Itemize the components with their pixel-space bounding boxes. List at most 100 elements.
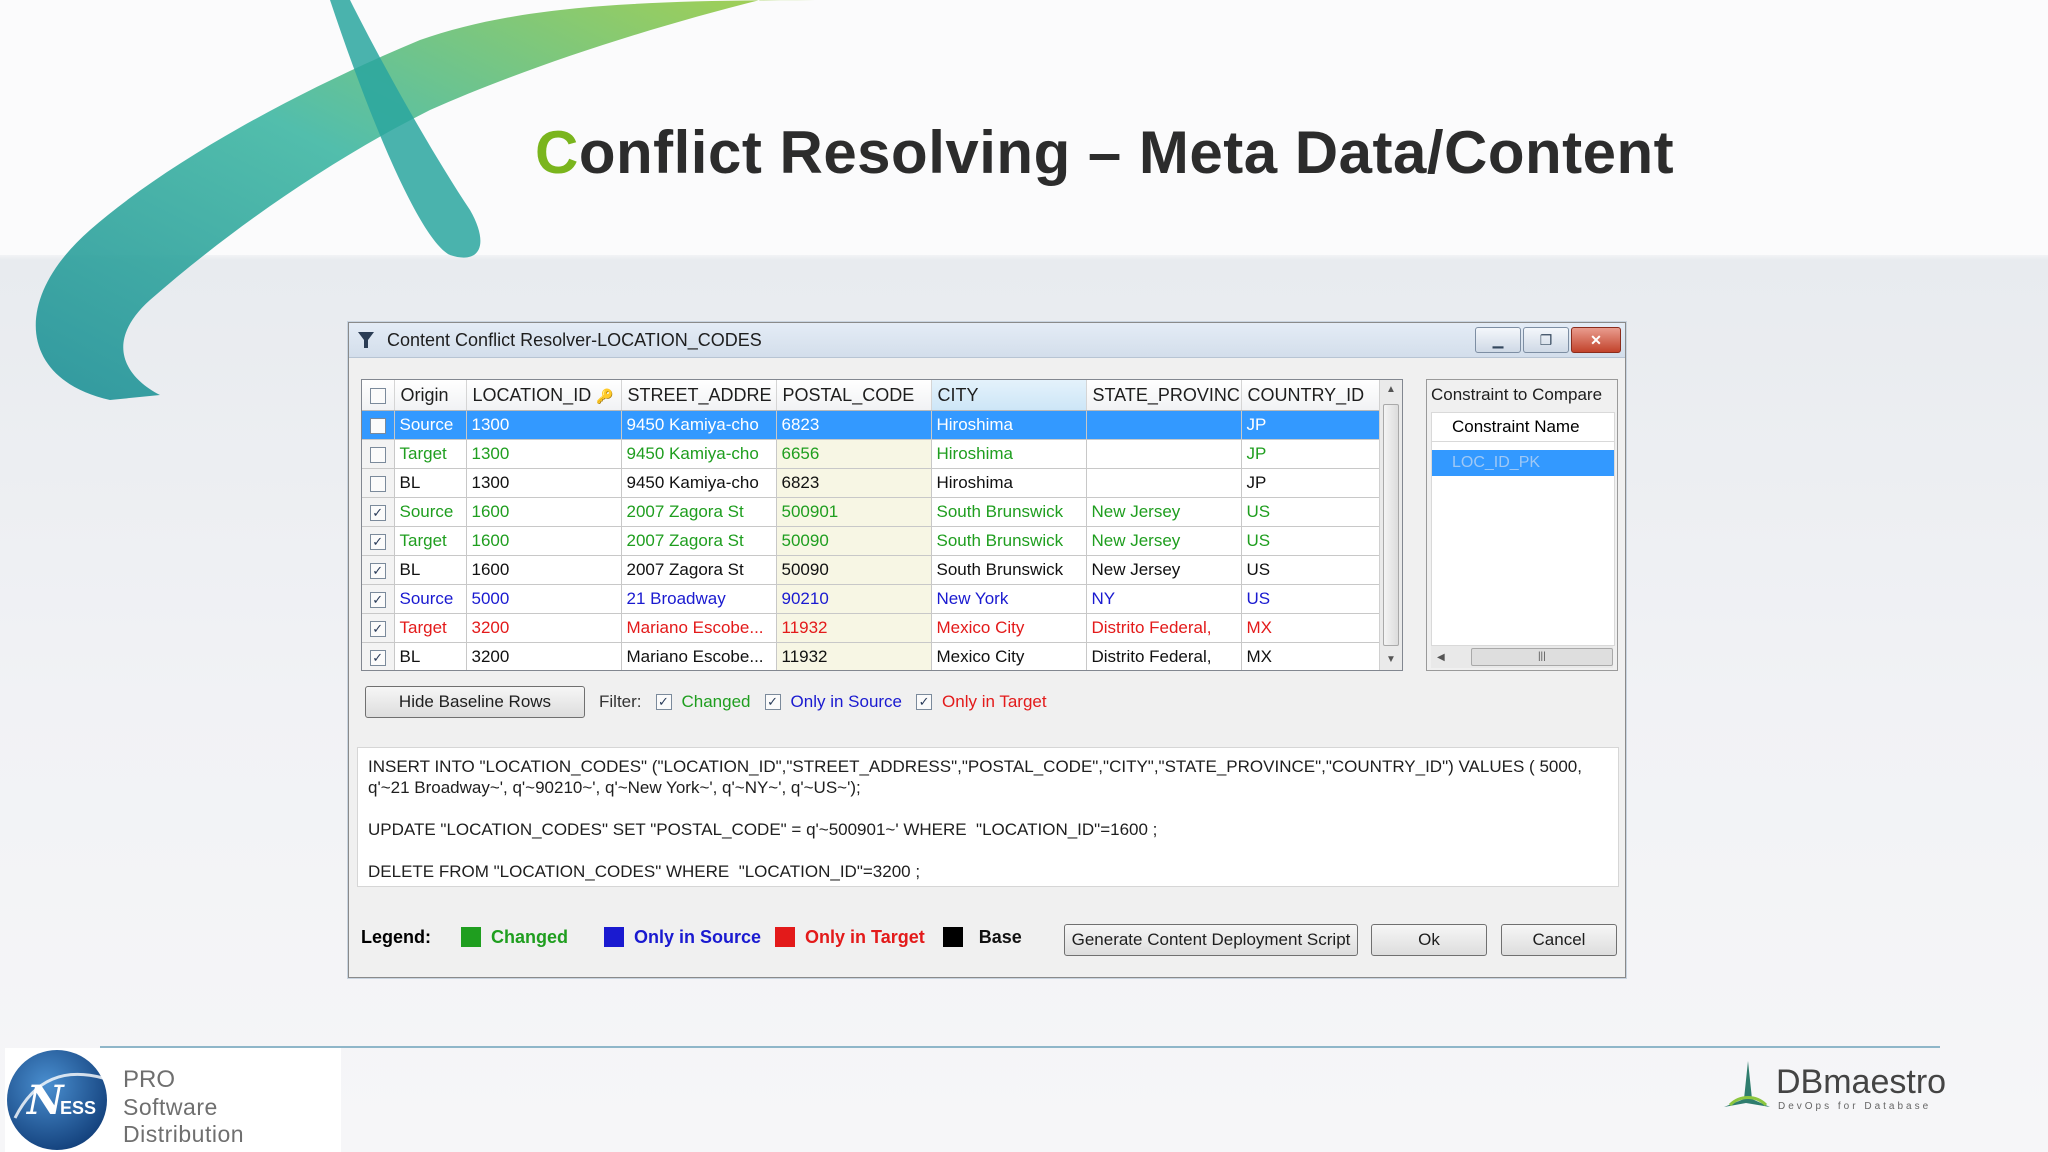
cell-street[interactable]: 2007 Zagora St: [621, 555, 777, 585]
col-header-state-province[interactable]: STATE_PROVINC: [1086, 380, 1242, 411]
table-row[interactable]: ✓ BL 1600 2007 Zagora St 50090 South Brunswic…: [362, 555, 1395, 585]
cell-country[interactable]: MX: [1241, 613, 1395, 643]
table-row[interactable]: ✓ Target 3200 Mariano Escobe... 11932 Mexico …: [362, 613, 1395, 643]
cell-city[interactable]: South Brunswick: [931, 526, 1087, 556]
col-header-location-id[interactable]: LOCATION_ID 🔑: [466, 380, 622, 411]
cell-street[interactable]: 9450 Kamiya-cho: [621, 468, 777, 498]
cell-location-id[interactable]: 1600: [466, 497, 622, 527]
cell-city[interactable]: Hiroshima: [931, 410, 1087, 440]
select-all-checkbox[interactable]: [369, 387, 386, 404]
row-checkbox[interactable]: ✓: [369, 591, 386, 608]
table-row[interactable]: ✓ Source 5000 21 Broadway 90210 New York NY US: [362, 584, 1395, 614]
row-select-cell[interactable]: ✓: [362, 584, 395, 614]
cell-state[interactable]: New Jersey: [1086, 526, 1242, 556]
generate-script-button[interactable]: Generate Content Deployment Script: [1064, 924, 1358, 956]
window-titlebar[interactable]: Content Conflict Resolver-LOCATION_CODES…: [349, 323, 1625, 358]
select-all-header[interactable]: [362, 380, 395, 411]
cell-country[interactable]: JP: [1241, 468, 1395, 498]
cell-postal[interactable]: 11932: [776, 613, 932, 643]
filter-only-source[interactable]: ✓ Only in Source: [764, 692, 902, 712]
col-header-country-id[interactable]: COUNTRY_ID: [1241, 380, 1395, 411]
row-select-cell[interactable]: ✓: [362, 526, 395, 556]
row-select-cell[interactable]: [362, 468, 395, 498]
col-header-origin[interactable]: Origin: [394, 380, 467, 411]
restore-button[interactable]: ❐: [1523, 327, 1569, 353]
cell-postal[interactable]: 6823: [776, 468, 932, 498]
cell-country[interactable]: JP: [1241, 439, 1395, 469]
cell-origin[interactable]: Target: [394, 613, 467, 643]
table-row[interactable]: ✓ Source 1600 2007 Zagora St 500901 South Bru…: [362, 497, 1395, 527]
constraint-name-header[interactable]: Constraint Name: [1432, 413, 1614, 442]
cell-postal[interactable]: 500901: [776, 497, 932, 527]
row-select-cell[interactable]: ✓: [362, 555, 395, 585]
scroll-thumb[interactable]: [1383, 404, 1399, 646]
row-select-cell[interactable]: [362, 410, 395, 440]
conflict-grid[interactable]: Origin LOCATION_ID 🔑 STREET_ADDRE POSTAL…: [361, 379, 1403, 671]
cell-city[interactable]: Hiroshima: [931, 439, 1087, 469]
row-select-cell[interactable]: ✓: [362, 642, 395, 670]
cell-postal[interactable]: 50090: [776, 555, 932, 585]
cell-city[interactable]: Hiroshima: [931, 468, 1087, 498]
table-row[interactable]: BL 1300 9450 Kamiya-cho 6823 Hiroshima JP: [362, 468, 1395, 498]
table-row[interactable]: Source 1300 9450 Kamiya-cho 6823 Hiroshima JP: [362, 410, 1395, 440]
row-select-cell[interactable]: [362, 439, 395, 469]
row-checkbox[interactable]: [369, 446, 386, 463]
cell-city[interactable]: South Brunswick: [931, 555, 1087, 585]
cell-country[interactable]: US: [1241, 584, 1395, 614]
cell-street[interactable]: 2007 Zagora St: [621, 497, 777, 527]
row-checkbox[interactable]: [369, 417, 386, 434]
grid-vertical-scrollbar[interactable]: ▲ ▼: [1379, 380, 1402, 670]
cell-location-id[interactable]: 1600: [466, 526, 622, 556]
cell-postal[interactable]: 11932: [776, 642, 932, 670]
cell-state[interactable]: Distrito Federal,: [1086, 613, 1242, 643]
filter-only-source-checkbox[interactable]: ✓: [764, 694, 781, 710]
cell-location-id[interactable]: 1300: [466, 439, 622, 469]
sql-script-textarea[interactable]: INSERT INTO "LOCATION_CODES" ("LOCATION_…: [357, 747, 1619, 887]
table-row[interactable]: ✓ Target 1600 2007 Zagora St 50090 South Brun…: [362, 526, 1395, 556]
cell-country[interactable]: MX: [1241, 642, 1395, 670]
close-button[interactable]: ✕: [1571, 327, 1621, 353]
row-checkbox[interactable]: ✓: [369, 562, 386, 579]
cell-location-id[interactable]: 1600: [466, 555, 622, 585]
cell-state[interactable]: New Jersey: [1086, 497, 1242, 527]
cell-street[interactable]: 2007 Zagora St: [621, 526, 777, 556]
cell-location-id[interactable]: 1300: [466, 468, 622, 498]
cell-location-id[interactable]: 3200: [466, 642, 622, 670]
cell-street[interactable]: Mariano Escobe...: [621, 613, 777, 643]
col-header-city[interactable]: CITY: [931, 380, 1087, 411]
filter-changed[interactable]: ✓ Changed: [655, 692, 751, 712]
cell-city[interactable]: Mexico City: [931, 642, 1087, 670]
scroll-down-icon[interactable]: ▼: [1380, 650, 1402, 670]
cancel-button[interactable]: Cancel: [1501, 924, 1617, 956]
table-row[interactable]: Target 1300 9450 Kamiya-cho 6656 Hiroshima JP: [362, 439, 1395, 469]
row-checkbox[interactable]: ✓: [369, 649, 386, 666]
cell-origin[interactable]: Target: [394, 439, 467, 469]
cell-location-id[interactable]: 3200: [466, 613, 622, 643]
cell-country[interactable]: US: [1241, 526, 1395, 556]
row-checkbox[interactable]: ✓: [369, 620, 386, 637]
table-row[interactable]: ✓ BL 3200 Mariano Escobe... 11932 Mexico City…: [362, 642, 1395, 670]
cell-origin[interactable]: BL: [394, 555, 467, 585]
row-checkbox[interactable]: ✓: [369, 533, 386, 550]
constraint-horizontal-scrollbar[interactable]: ◀ |||: [1431, 646, 1613, 668]
cell-state[interactable]: [1086, 439, 1242, 469]
cell-street[interactable]: 9450 Kamiya-cho: [621, 410, 777, 440]
cell-state[interactable]: NY: [1086, 584, 1242, 614]
filter-only-target-checkbox[interactable]: ✓: [916, 694, 933, 710]
scroll-left-icon[interactable]: ◀: [1437, 652, 1445, 663]
cell-state[interactable]: Distrito Federal,: [1086, 642, 1242, 670]
constraint-scroll-thumb[interactable]: |||: [1470, 648, 1613, 666]
constraint-list[interactable]: Constraint Name LOC_ID_PK: [1431, 412, 1615, 646]
cell-origin[interactable]: Source: [394, 497, 467, 527]
cell-country[interactable]: US: [1241, 555, 1395, 585]
cell-location-id[interactable]: 5000: [466, 584, 622, 614]
cell-origin[interactable]: Target: [394, 526, 467, 556]
row-select-cell[interactable]: ✓: [362, 497, 395, 527]
ok-button[interactable]: Ok: [1371, 924, 1487, 956]
cell-origin[interactable]: Source: [394, 584, 467, 614]
cell-origin[interactable]: Source: [394, 410, 467, 440]
cell-location-id[interactable]: 1300: [466, 410, 622, 440]
cell-state[interactable]: New Jersey: [1086, 555, 1242, 585]
cell-state[interactable]: [1086, 468, 1242, 498]
col-header-street-address[interactable]: STREET_ADDRE: [621, 380, 777, 411]
